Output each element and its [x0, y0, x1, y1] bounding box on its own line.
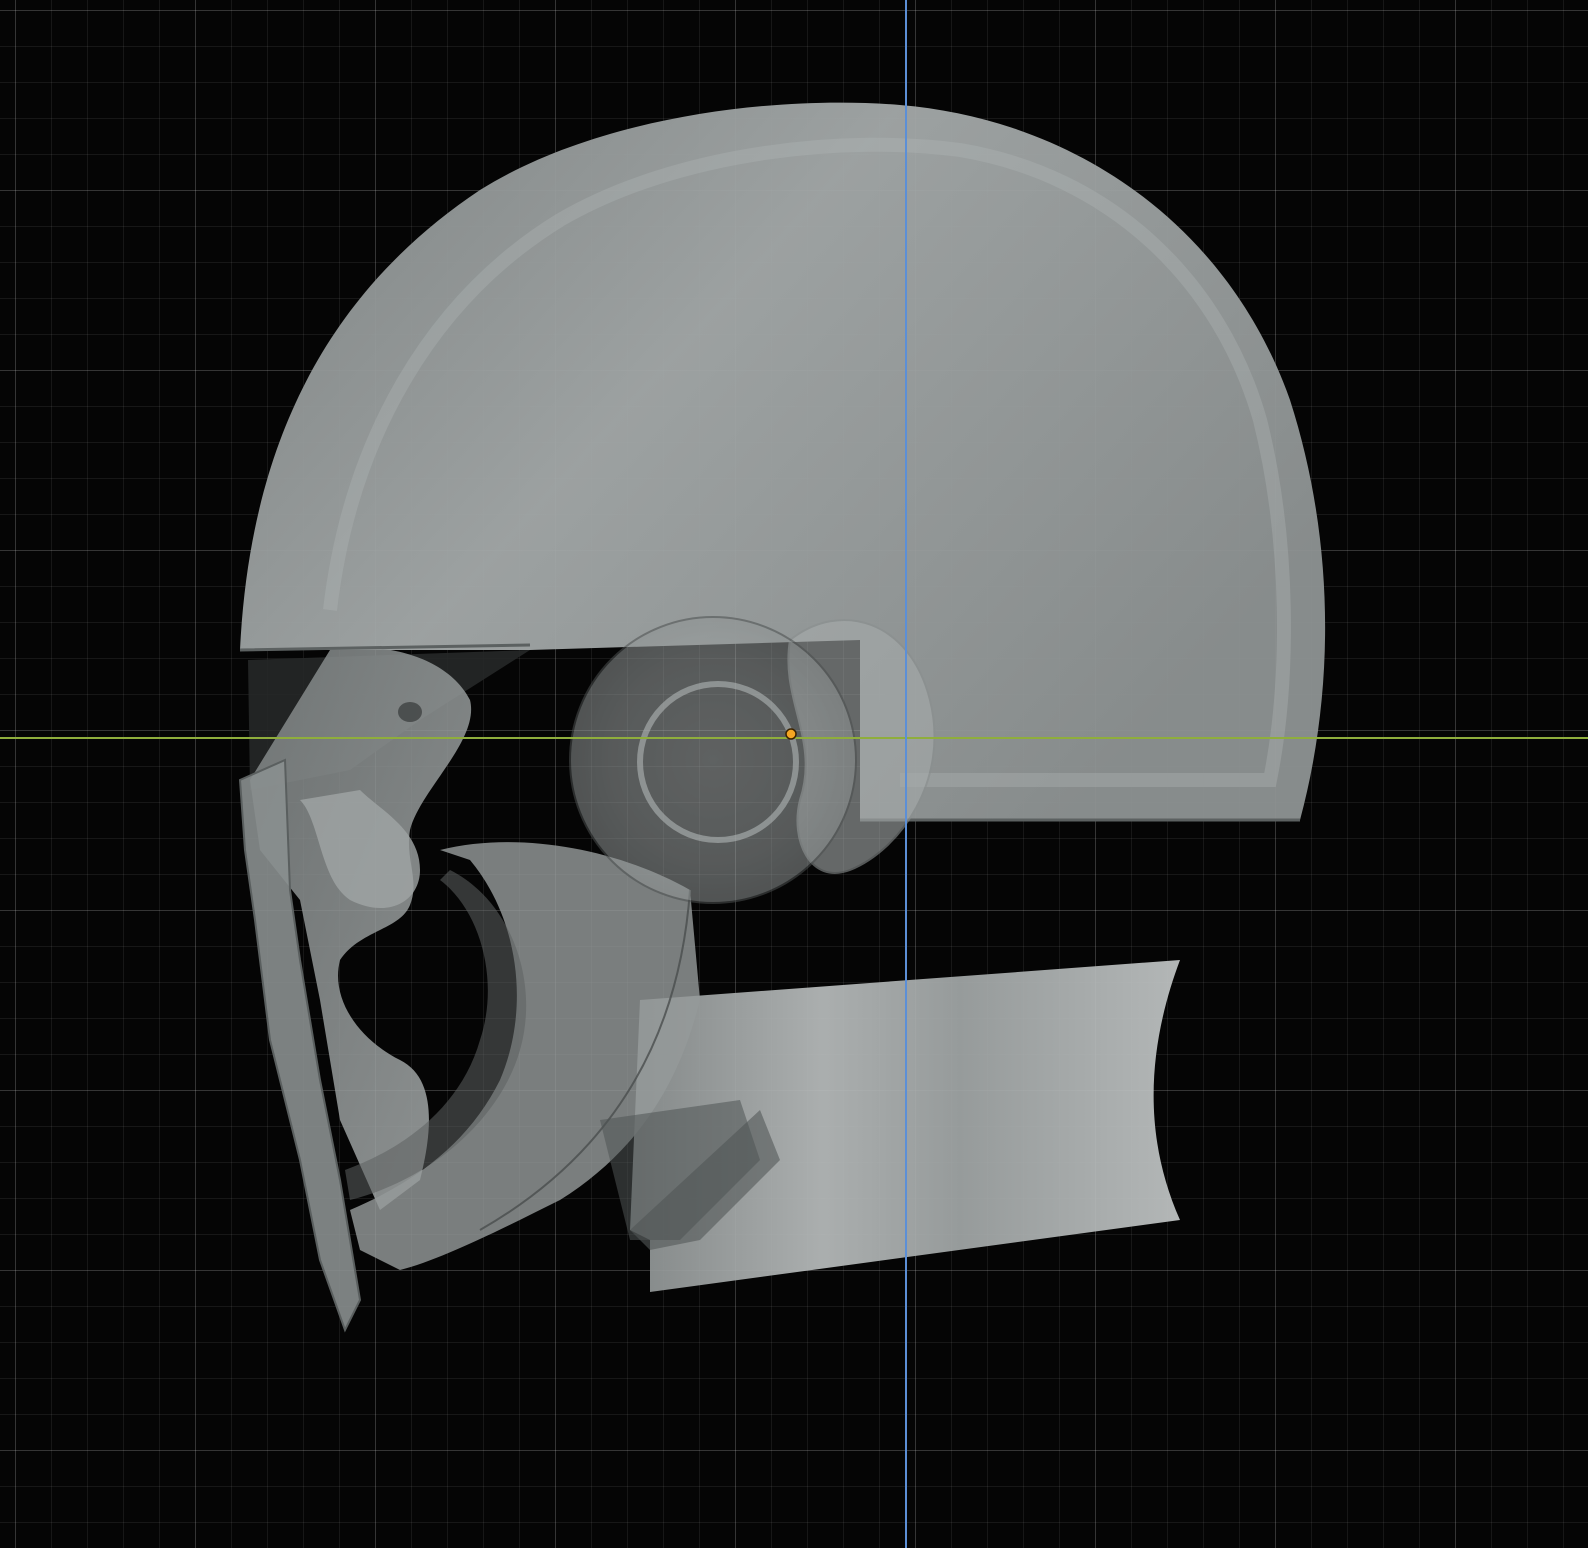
- ear-cup[interactable]: [569, 616, 857, 904]
- 3d-viewport[interactable]: [0, 0, 1588, 1548]
- object-origin-dot[interactable]: [785, 728, 797, 740]
- eye: [398, 702, 422, 722]
- viewport-scene[interactable]: [0, 0, 1588, 1548]
